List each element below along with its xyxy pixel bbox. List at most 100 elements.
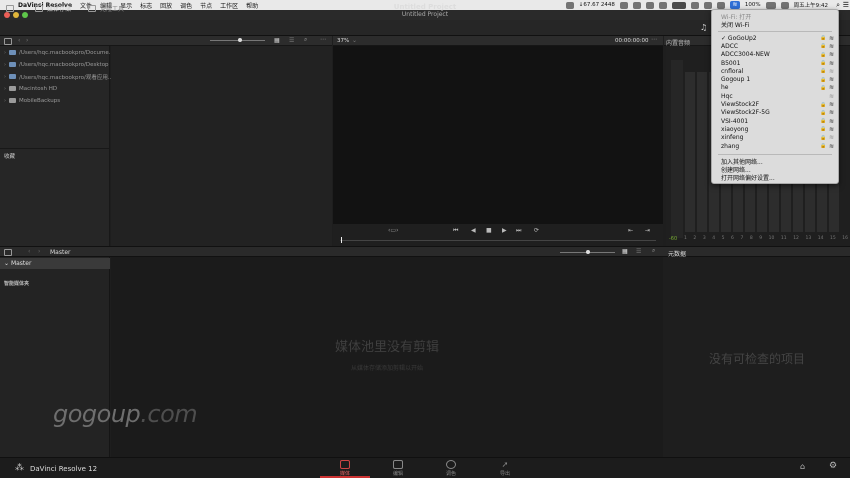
wifi-network-item[interactable]: Gogoup 1 🔒 ≋ <box>721 76 834 84</box>
wifi-network-item[interactable]: Hqc ≋ <box>721 92 834 100</box>
chevron-down-icon[interactable]: ⌄ <box>352 37 357 44</box>
library-item[interactable]: ›/Users/hqc.macbookpro/观看应用... <box>4 71 113 82</box>
battery-icon[interactable] <box>765 1 776 9</box>
settings-gear-icon[interactable]: ⚙ <box>829 461 837 471</box>
storage-browser[interactable] <box>111 46 332 246</box>
wifi-network-item[interactable]: ViewStock2F 🔒 ≋ <box>721 100 834 108</box>
wifi-network-item[interactable]: VSI-4001 🔒 ≋ <box>721 117 834 125</box>
back-icon[interactable]: ‹ <box>18 37 20 44</box>
forward-icon[interactable]: › <box>26 37 28 44</box>
panel-toggle-button[interactable] <box>6 3 14 13</box>
clock[interactable]: 周五上午9:42 <box>794 1 828 9</box>
battery-percent: 100% <box>744 2 761 8</box>
wifi-network-item[interactable]: xiaoyong 🔒 ≋ <box>721 125 834 133</box>
list-view-icon[interactable]: ☰ <box>636 248 641 255</box>
color-page-icon <box>446 460 456 469</box>
menu-mark[interactable]: 标志 <box>136 1 156 10</box>
grid-view-icon[interactable]: ▦ <box>274 37 280 44</box>
play-icon[interactable]: ▶ <box>502 227 507 234</box>
tab-media[interactable]: 媒体 <box>320 458 370 478</box>
clone-tool-tab[interactable]: 克隆工具 <box>88 3 124 13</box>
media-storage-tab[interactable]: 媒体存储 <box>35 3 71 13</box>
tab-deliver[interactable]: ➚ 导出 <box>480 458 530 478</box>
home-icon[interactable]: ⌂ <box>800 462 805 471</box>
jump-to-end-icon[interactable]: ⏭ <box>516 227 521 235</box>
clip-viewer-toggle-icon[interactable]: ‹▭› <box>388 227 398 234</box>
master-bin[interactable]: ⌄ Master <box>0 258 110 269</box>
notification-menu-icon[interactable]: ☰ <box>843 1 849 9</box>
wifi-signal-icon: ≋ <box>828 109 834 117</box>
watermark: gogoup.com <box>53 400 198 428</box>
volume-icon[interactable] <box>716 1 725 9</box>
viewer-options-icon[interactable]: ⋯ <box>651 36 657 43</box>
wifi-icon[interactable]: ≋ <box>729 1 740 9</box>
mark-out-icon[interactable]: ⇥ <box>645 227 650 234</box>
search-icon[interactable]: ⌕ <box>652 247 655 255</box>
menu-workspace[interactable]: 工作区 <box>216 1 242 10</box>
watermark-suffix: .com <box>140 400 198 428</box>
thumb-size-thumb[interactable] <box>586 250 590 254</box>
menu-help[interactable]: 帮助 <box>242 1 262 10</box>
scrubber-track[interactable] <box>340 240 656 241</box>
tab-edit-label: 编辑 <box>392 471 403 477</box>
tab-color[interactable]: 调色 <box>426 458 476 478</box>
list-view-icon[interactable] <box>4 38 12 45</box>
wifi-network-item[interactable]: xinfeng 🔒 ≋ <box>721 134 834 142</box>
status-icon[interactable] <box>565 1 574 9</box>
open-network-prefs-item[interactable]: 打开网络偏好设置... <box>721 173 834 182</box>
music-note-icon[interactable]: ♫ <box>700 23 707 32</box>
zoom-level[interactable]: 37% <box>337 38 349 44</box>
wifi-network-name: ✓ GoGoUp2 <box>721 34 757 42</box>
timecode: 00:00:00:00 <box>615 38 649 44</box>
status-icon[interactable] <box>658 1 667 9</box>
list-icon[interactable]: ☰ <box>289 37 294 44</box>
wifi-network-item[interactable]: ✓ GoGoUp2 🔒 ≋ <box>721 34 834 42</box>
status-icon[interactable] <box>703 1 712 9</box>
wifi-network-item[interactable]: ADCC 🔒 ≋ <box>721 42 834 50</box>
library-item[interactable]: › MobileBackups <box>4 95 60 106</box>
display-icon[interactable] <box>671 1 686 9</box>
wifi-network-item[interactable]: zhang 🔒 ≋ <box>721 142 834 150</box>
menu-playback[interactable]: 回放 <box>156 1 176 10</box>
bin-list-toggle-icon[interactable] <box>4 249 12 256</box>
status-icon[interactable] <box>632 1 641 9</box>
wifi-network-item[interactable]: he 🔒 ≋ <box>721 84 834 92</box>
playhead[interactable] <box>341 237 342 243</box>
source-viewer[interactable] <box>333 46 663 224</box>
status-icon[interactable] <box>619 1 628 9</box>
flag-icon[interactable] <box>780 1 789 9</box>
wifi-network-name: he <box>721 84 729 92</box>
master-bin-label: Master <box>10 260 32 267</box>
wifi-network-item[interactable]: B5001 🔒 ≋ <box>721 59 834 67</box>
media-page-icon <box>340 460 350 469</box>
wifi-network-item[interactable]: cnfloral 🔒 ≋ <box>721 67 834 75</box>
grid-view-icon[interactable]: ▦ <box>622 248 628 255</box>
library-item[interactable]: › Macintosh HD <box>4 83 57 94</box>
mark-in-icon[interactable]: ⇤ <box>628 227 633 234</box>
menu-color[interactable]: 调色 <box>176 1 196 10</box>
jump-to-start-icon[interactable]: ⏮ <box>453 227 458 235</box>
more-options-icon[interactable]: ⋯ <box>320 36 326 43</box>
zoom-slider-thumb[interactable] <box>238 38 242 42</box>
zoom-window-icon[interactable] <box>22 12 28 18</box>
status-icon[interactable] <box>690 1 699 9</box>
tab-edit[interactable]: 编辑 <box>373 458 423 478</box>
library-item[interactable]: ›/Users/hqc.macbookpro/Docume... <box>4 47 114 58</box>
wifi-network-item[interactable]: ViewStock2F-5G 🔒 ≋ <box>721 109 834 117</box>
net-speed: ↓67.67 2448 <box>578 2 615 8</box>
wifi-network-item[interactable]: ADCC3004-NEW 🔒 ≋ <box>721 51 834 59</box>
wifi-toggle-item[interactable]: 关闭 Wi-Fi <box>721 20 834 29</box>
wifi-signal-icon: ≋ <box>828 67 834 75</box>
loop-icon[interactable]: ⟳ <box>534 227 539 234</box>
wifi-signal-icon: ≋ <box>828 134 834 142</box>
drive-icon <box>9 74 16 79</box>
status-icon[interactable] <box>645 1 654 9</box>
menu-nodes[interactable]: 节点 <box>196 1 216 10</box>
stop-icon[interactable]: ■ <box>486 227 492 234</box>
forward-icon[interactable]: › <box>38 248 40 255</box>
back-icon[interactable]: ‹ <box>28 248 30 255</box>
page-navigation-bar <box>0 457 850 478</box>
library-item[interactable]: ›/Users/hqc.macbookpro/Desktop <box>4 59 109 70</box>
search-icon[interactable]: ⌕ <box>304 36 307 44</box>
play-reverse-icon[interactable]: ◀ <box>471 227 476 234</box>
